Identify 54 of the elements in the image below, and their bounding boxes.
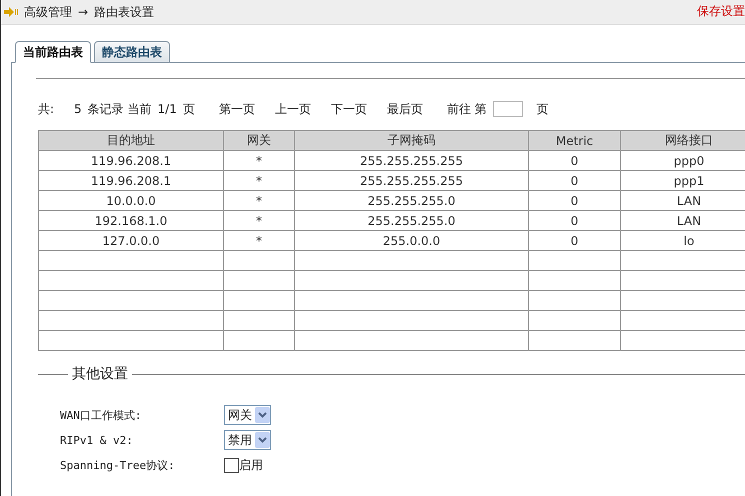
page-indicator: 1/1 [158,102,177,116]
next-page-link[interactable]: 下一页 [330,100,367,118]
checkbox[interactable] [224,458,239,472]
setting-label: Spanning-Tree协议: [60,458,176,472]
goto-label: 前往 第 [446,100,487,118]
prev-page-link[interactable]: 上一页 [274,100,311,118]
table-cell: 0 [528,190,620,210]
table-cell: * [224,230,294,250]
select-dropdown[interactable]: 网关 [224,405,271,425]
column-header: 网关 [224,130,294,150]
record-count: 5 [74,102,82,116]
table-cell: 255.255.255.255 [294,170,528,190]
table-cell: * [224,170,294,190]
table-cell: 255.255.255.0 [294,190,528,210]
record-summary: 共: [38,100,54,118]
setting-label: WAN口工作模式: [60,408,142,422]
table-cell: 0 [528,150,620,170]
section-legend: 其他设置 [68,365,132,383]
column-header: 子网掩码 [294,130,528,150]
arrow-icon [4,7,18,17]
tab[interactable]: 当前路由表 [15,41,91,63]
tab[interactable]: 静态路由表 [94,41,170,63]
table-cell: 0 [528,210,620,230]
table-cell: * [224,210,294,230]
breadcrumb-current: 路由表设置 [94,4,154,20]
column-header: 目的地址 [38,130,224,150]
table-cell: 119.96.208.1 [38,170,224,190]
goto-suffix: 页 [536,100,549,118]
table-cell: 0 [528,230,620,250]
column-header: Metric [528,130,620,150]
breadcrumb-parent: 高级管理 [24,4,72,20]
first-page-link[interactable]: 第一页 [218,100,255,118]
column-header: 网络接口 [620,130,745,150]
table-cell: 127.0.0.0 [38,230,224,250]
table-cell: 192.168.1.0 [38,210,224,230]
select-dropdown[interactable]: 禁用 [224,430,271,450]
page-input-field[interactable] [492,101,523,117]
last-page-link[interactable]: 最后页 [386,100,423,118]
table-cell: 255.255.255.255 [294,150,528,170]
breadcrumb-separator: → [78,5,88,19]
table-cell: 119.96.208.1 [38,150,224,170]
table-cell: 10.0.0.0 [38,190,224,210]
table-cell: 0 [528,170,620,190]
caret-icon [255,407,270,423]
table-cell: * [224,150,294,170]
setting-label: RIPv1 & v2: [60,434,134,446]
table-cell: 255.0.0.0 [294,230,528,250]
table-cell: 255.255.255.0 [294,210,528,230]
page-unit: 页 [182,100,195,118]
checkbox-label: 启用 [239,456,263,474]
table-cell: * [224,190,294,210]
record-label: 条记录 当前 [88,100,152,118]
caret-icon [255,432,270,448]
save-link[interactable]: 保存设置 [697,0,745,20]
